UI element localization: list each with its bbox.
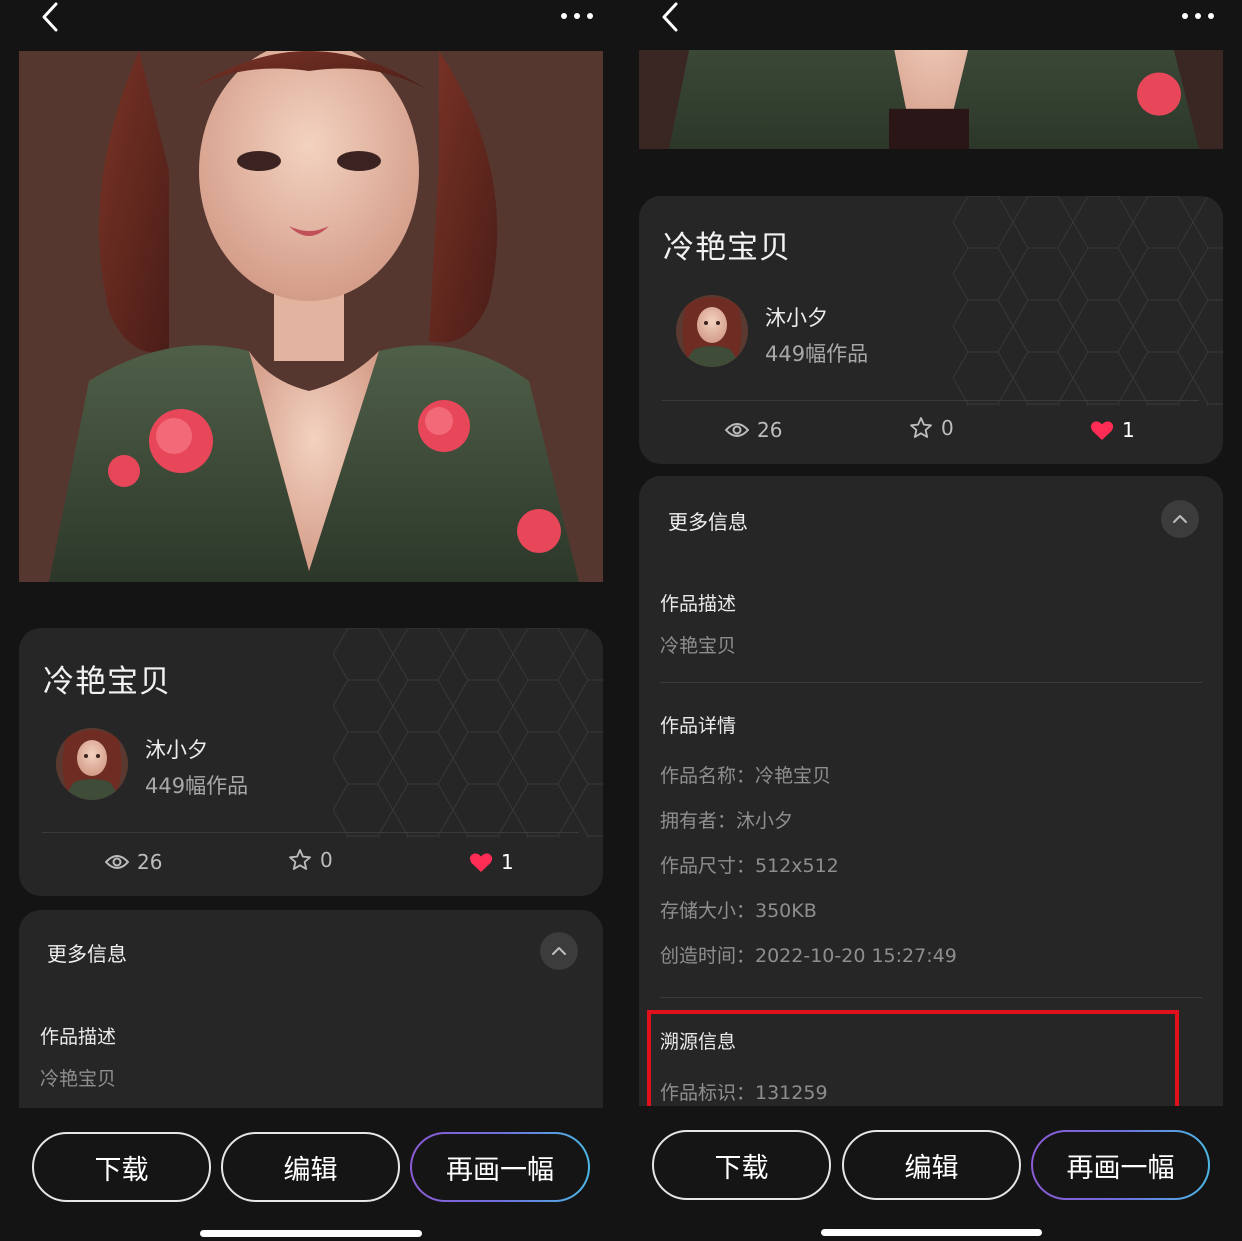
redraw-button[interactable]: 再画一幅: [1031, 1130, 1210, 1200]
author-avatar[interactable]: [56, 728, 128, 800]
description-label: 作品描述: [660, 593, 737, 615]
download-button[interactable]: 下载: [652, 1130, 831, 1200]
highlight-box: [647, 1010, 1179, 1114]
favorite-count: 0: [320, 848, 333, 872]
more-dots-icon: [1182, 13, 1214, 19]
edit-button[interactable]: 编辑: [221, 1132, 400, 1202]
heart-icon: [469, 852, 493, 872]
more-dots-icon: [561, 13, 593, 19]
detail-item-created: 创造时间：2022-10-20 15:27:49: [660, 945, 957, 967]
favorite-count: 0: [941, 416, 954, 440]
more-options-button[interactable]: [1176, 4, 1220, 28]
view-count-value: 26: [757, 418, 783, 442]
eye-icon: [105, 855, 129, 869]
heart-icon: [1090, 420, 1114, 440]
more-info-header: 更多信息: [668, 510, 748, 534]
home-indicator: [821, 1229, 1042, 1236]
more-info-header: 更多信息: [47, 942, 127, 966]
like-count: 1: [1122, 418, 1135, 442]
back-button[interactable]: [30, 0, 70, 34]
avatar-image: [676, 295, 748, 367]
collapse-button[interactable]: [1161, 500, 1199, 538]
detail-item-name: 作品名称：冷艳宝贝: [660, 765, 832, 787]
favorite-button[interactable]: 0: [909, 416, 954, 440]
detail-item-owner: 拥有者：沐小夕: [660, 810, 794, 832]
chevron-up-icon: [1173, 515, 1187, 523]
eye-icon: [725, 423, 749, 437]
download-button[interactable]: 下载: [32, 1132, 211, 1202]
artwork-title: 冷艳宝贝: [663, 230, 791, 266]
author-name[interactable]: 沐小夕: [145, 734, 208, 764]
author-works-count: 449幅作品: [765, 342, 869, 366]
back-arrow-icon: [662, 2, 678, 32]
collapse-button[interactable]: [540, 932, 578, 970]
detail-item-storage: 存储大小：350KB: [660, 900, 817, 922]
divider: [42, 832, 579, 833]
artwork-info-card: 冷艳宝贝 沐小夕 449幅作品 26 0 1: [639, 196, 1223, 464]
favorite-button[interactable]: 0: [288, 848, 333, 872]
divider: [660, 682, 1202, 683]
view-count-value: 26: [137, 850, 163, 874]
left-screen: 冷艳宝贝 沐小夕 449幅作品 26 0 1 更多信息 作品描述 冷艳宝贝 下载…: [0, 0, 621, 1241]
detail-item-size: 作品尺寸：512x512: [660, 855, 839, 877]
artwork-image[interactable]: [19, 51, 603, 582]
star-icon: [289, 849, 311, 870]
view-count: 26: [725, 418, 782, 442]
like-button[interactable]: 1: [469, 850, 514, 874]
card-background-pattern: [953, 196, 1223, 406]
details-label: 作品详情: [660, 715, 737, 737]
edit-button[interactable]: 编辑: [842, 1130, 1021, 1200]
view-count: 26: [105, 850, 162, 874]
home-indicator: [200, 1230, 422, 1237]
artwork-info-card: 冷艳宝贝 沐小夕 449幅作品 26 0 1: [19, 628, 603, 896]
back-button[interactable]: [650, 0, 690, 34]
artwork-illustration: [639, 50, 1223, 149]
star-icon: [910, 417, 932, 438]
author-name[interactable]: 沐小夕: [765, 302, 828, 332]
like-count: 1: [501, 850, 514, 874]
back-arrow-icon: [42, 2, 58, 32]
artwork-illustration: [19, 51, 603, 582]
redraw-button-label: 再画一幅: [1033, 1132, 1208, 1198]
artwork-image[interactable]: [639, 50, 1223, 149]
right-screen: 冷艳宝贝 沐小夕 449幅作品 26 0 1 更多信息 作品描述 冷艳宝贝 作品…: [621, 0, 1242, 1241]
chevron-up-icon: [552, 947, 566, 955]
like-button[interactable]: 1: [1090, 418, 1135, 442]
description-value: 冷艳宝贝: [40, 1068, 117, 1090]
description-label: 作品描述: [40, 1026, 117, 1048]
redraw-button[interactable]: 再画一幅: [410, 1132, 590, 1202]
artwork-title: 冷艳宝贝: [43, 664, 171, 700]
description-value: 冷艳宝贝: [660, 635, 737, 657]
more-options-button[interactable]: [555, 4, 599, 28]
avatar-image: [56, 728, 128, 800]
divider: [660, 997, 1202, 998]
divider: [662, 400, 1199, 401]
author-works-count: 449幅作品: [145, 774, 249, 798]
card-background-pattern: [333, 628, 603, 838]
author-avatar[interactable]: [676, 295, 748, 367]
redraw-button-label: 再画一幅: [412, 1134, 588, 1200]
